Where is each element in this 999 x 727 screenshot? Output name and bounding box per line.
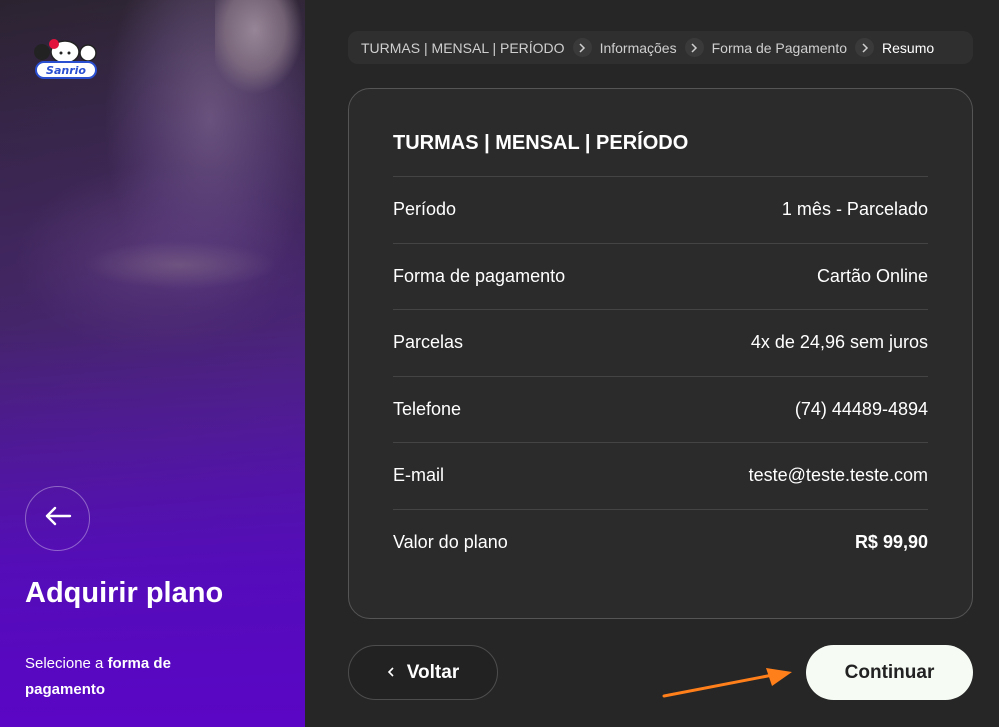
back-button-label: Voltar bbox=[406, 661, 460, 683]
breadcrumb-item-info[interactable]: Informações bbox=[600, 40, 677, 56]
chevron-right-icon bbox=[855, 38, 875, 57]
row-value: teste@teste.teste.com bbox=[748, 465, 928, 486]
page-title: Adquirir plano bbox=[25, 577, 224, 609]
row-label: Período bbox=[393, 199, 457, 220]
summary-card: TURMAS | MENSAL | PERÍODO Período 1 mês … bbox=[348, 88, 973, 619]
hero-image-arm bbox=[60, 230, 290, 300]
back-round-button[interactable] bbox=[25, 486, 90, 551]
summary-row-phone: Telefone (74) 44489-4894 bbox=[393, 377, 928, 443]
breadcrumb: TURMAS | MENSAL | PERÍODO Informações Fo… bbox=[348, 31, 973, 64]
chevron-right-icon bbox=[684, 38, 704, 57]
summary-row-period: Período 1 mês - Parcelado bbox=[393, 177, 928, 244]
arrow-left-icon bbox=[44, 506, 72, 531]
row-value: 4x de 24,96 sem juros bbox=[750, 332, 928, 353]
row-label: E-mail bbox=[393, 465, 445, 486]
svg-text:Sanrio: Sanrio bbox=[46, 64, 86, 77]
breadcrumb-item-plan[interactable]: TURMAS | MENSAL | PERÍODO bbox=[361, 40, 565, 56]
summary-title: TURMAS | MENSAL | PERÍODO bbox=[393, 127, 928, 177]
annotation-arrow-icon bbox=[662, 668, 792, 698]
hero-image-face bbox=[215, 0, 305, 120]
page-subtitle: Selecione a forma de pagamento bbox=[25, 651, 225, 703]
chevron-right-icon bbox=[572, 38, 592, 57]
subtitle-prefix: Selecione a bbox=[25, 655, 108, 672]
hero-panel: Sanrio Adquirir plano Selecione a forma … bbox=[0, 0, 305, 727]
back-button[interactable]: Voltar bbox=[348, 645, 498, 700]
hello-kitty-logo-icon: Sanrio bbox=[30, 38, 100, 82]
row-value: (74) 44489-4894 bbox=[794, 398, 928, 419]
continue-button[interactable]: Continuar bbox=[806, 645, 973, 700]
breadcrumb-item-payment[interactable]: Forma de Pagamento bbox=[712, 40, 847, 56]
summary-row-payment-method: Forma de pagamento Cartão Online bbox=[393, 244, 928, 310]
breadcrumb-item-summary[interactable]: Resumo bbox=[882, 40, 934, 56]
plan-price: R$ 99,90 bbox=[854, 532, 928, 553]
row-label: Forma de pagamento bbox=[393, 265, 566, 286]
row-value: 1 mês - Parcelado bbox=[781, 199, 928, 220]
summary-row-email: E-mail teste@teste.teste.com bbox=[393, 443, 928, 510]
summary-row-plan-value: Valor do plano R$ 99,90 bbox=[393, 510, 928, 577]
row-value: Cartão Online bbox=[816, 265, 928, 286]
chevron-left-icon bbox=[387, 662, 395, 684]
row-label: Telefone bbox=[393, 398, 462, 419]
row-label: Valor do plano bbox=[393, 532, 508, 553]
summary-row-installments: Parcelas 4x de 24,96 sem juros bbox=[393, 310, 928, 377]
row-label: Parcelas bbox=[393, 332, 464, 353]
